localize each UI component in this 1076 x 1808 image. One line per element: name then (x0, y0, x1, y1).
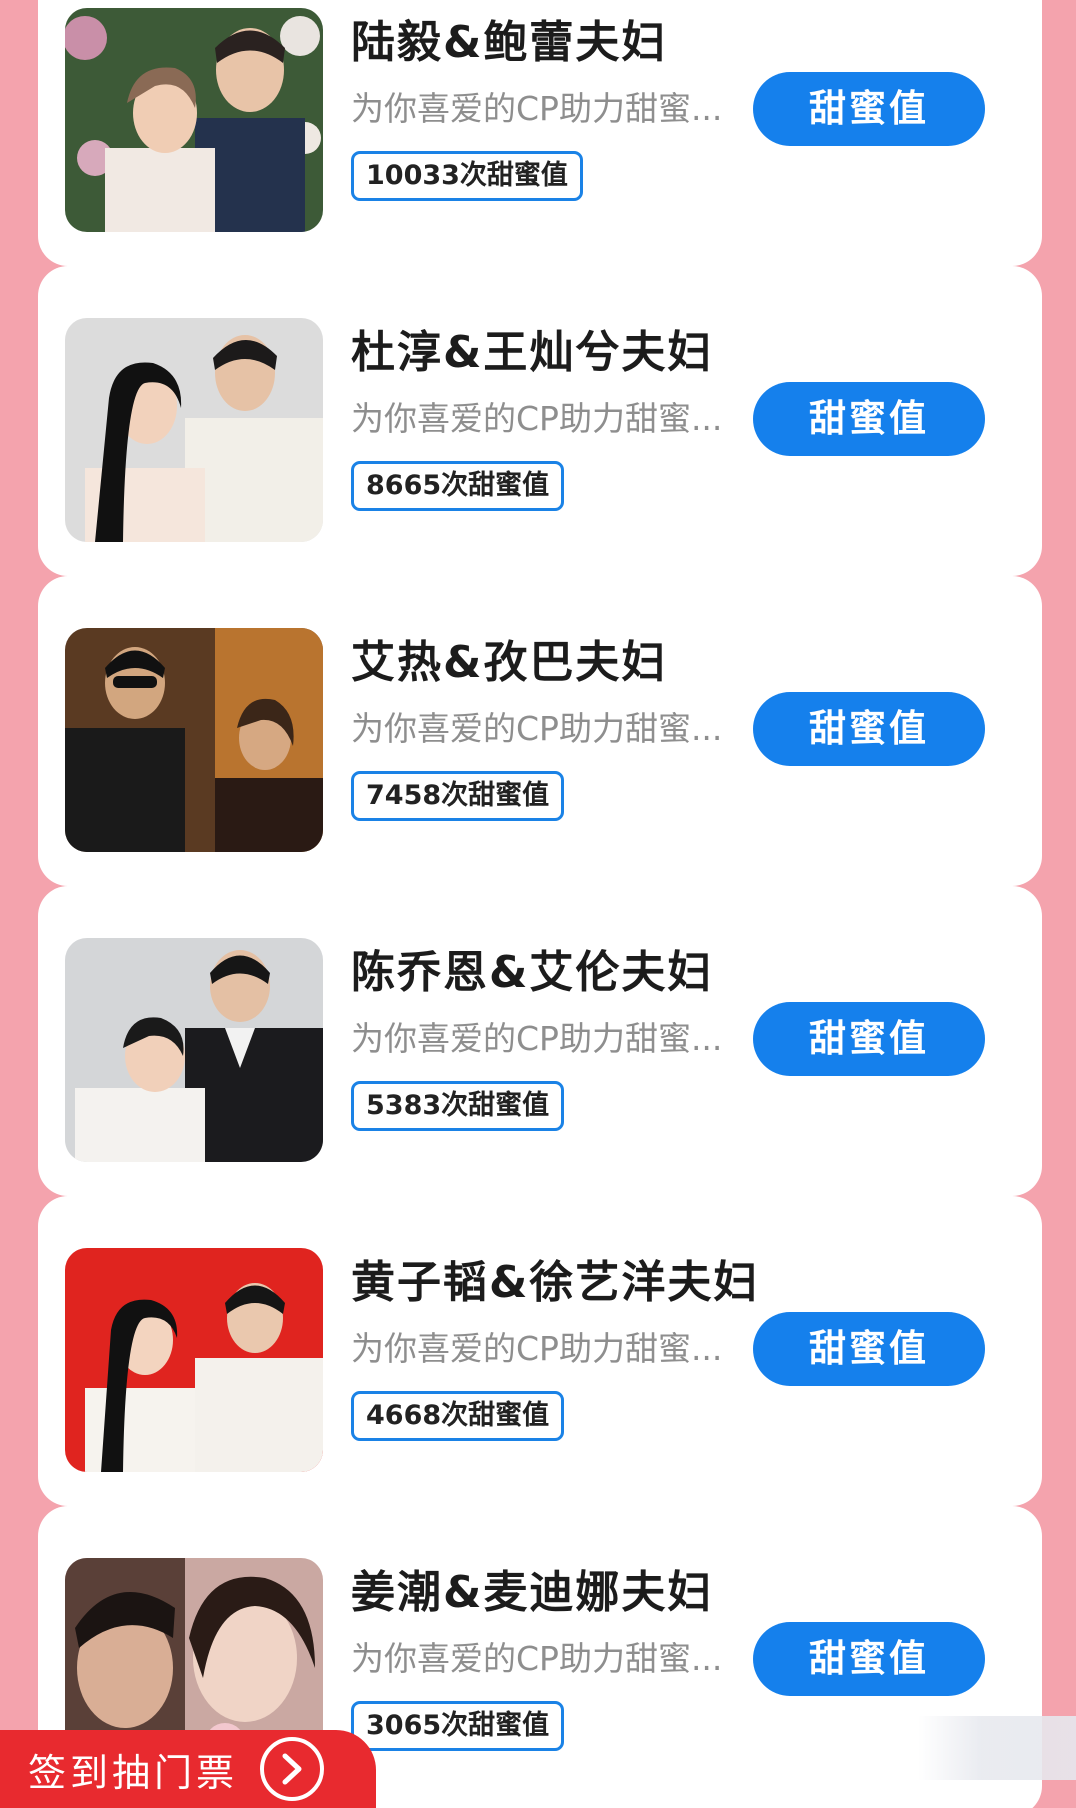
couple-photo-image (65, 1248, 323, 1472)
sweetness-button[interactable]: 甜蜜值 (753, 1312, 985, 1386)
couple-name: 杜淳&王灿兮夫妇 (351, 327, 714, 378)
couple-photo[interactable] (65, 628, 323, 852)
sweetness-count-badge: 4668次甜蜜值 (351, 1391, 565, 1441)
sweetness-button[interactable]: 甜蜜值 (753, 72, 985, 146)
couple-description: 为你喜爱的CP助力甜蜜... (351, 1329, 723, 1368)
couple-name: 黄子韬&徐艺洋夫妇 (351, 1257, 760, 1308)
sweetness-button[interactable]: 甜蜜值 (753, 692, 985, 766)
couple-photo-image (65, 8, 323, 232)
couple-card: 陆毅&鲍蕾夫妇 为你喜爱的CP助力甜蜜... 10033次甜蜜值 甜蜜值 (38, 0, 1042, 266)
couple-card: 黄子韬&徐艺洋夫妇 为你喜爱的CP助力甜蜜... 4668次甜蜜值 甜蜜值 (38, 1196, 1042, 1506)
couple-card: 杜淳&王灿兮夫妇 为你喜爱的CP助力甜蜜... 8665次甜蜜值 甜蜜值 (38, 266, 1042, 576)
couple-card: 陈乔恩&艾伦夫妇 为你喜爱的CP助力甜蜜... 5383次甜蜜值 甜蜜值 (38, 886, 1042, 1196)
couple-photo[interactable] (65, 8, 323, 232)
couple-photo-image (65, 938, 323, 1162)
checkin-lottery-button[interactable]: 签到抽门票 (0, 1730, 376, 1808)
couple-description: 为你喜爱的CP助力甜蜜... (351, 709, 723, 748)
page: 陆毅&鲍蕾夫妇 为你喜爱的CP助力甜蜜... 10033次甜蜜值 甜蜜值 杜淳&… (0, 0, 1076, 1808)
couple-photo-image (65, 628, 323, 852)
sweetness-count-badge: 7458次甜蜜值 (351, 771, 565, 821)
sweetness-count-badge: 3065次甜蜜值 (351, 1701, 565, 1751)
checkin-label: 签到抽门票 (28, 1750, 239, 1795)
sweetness-button[interactable]: 甜蜜值 (753, 1622, 985, 1696)
sweetness-count-badge: 10033次甜蜜值 (351, 151, 583, 201)
couple-name: 陆毅&鲍蕾夫妇 (351, 17, 668, 68)
couple-description: 为你喜爱的CP助力甜蜜... (351, 1639, 723, 1678)
couple-photo[interactable] (65, 1248, 323, 1472)
couple-photo[interactable] (65, 938, 323, 1162)
sweetness-count-badge: 8665次甜蜜值 (351, 461, 565, 511)
sweetness-button[interactable]: 甜蜜值 (753, 382, 985, 456)
couple-photo-image (65, 318, 323, 542)
couple-name: 艾热&孜巴夫妇 (351, 637, 668, 688)
chevron-right-circle-icon (260, 1737, 325, 1801)
couple-description: 为你喜爱的CP助力甜蜜... (351, 89, 723, 128)
couple-description: 为你喜爱的CP助力甜蜜... (351, 399, 723, 438)
couple-name: 姜潮&麦迪娜夫妇 (351, 1567, 714, 1618)
couple-photo[interactable] (65, 318, 323, 542)
couple-card: 艾热&孜巴夫妇 为你喜爱的CP助力甜蜜... 7458次甜蜜值 甜蜜值 (38, 576, 1042, 886)
sweetness-count-badge: 5383次甜蜜值 (351, 1081, 565, 1131)
couple-name: 陈乔恩&艾伦夫妇 (351, 947, 714, 998)
sweetness-button[interactable]: 甜蜜值 (753, 1002, 985, 1076)
couple-description: 为你喜爱的CP助力甜蜜... (351, 1019, 723, 1058)
watermark-overlay (918, 1716, 1076, 1780)
